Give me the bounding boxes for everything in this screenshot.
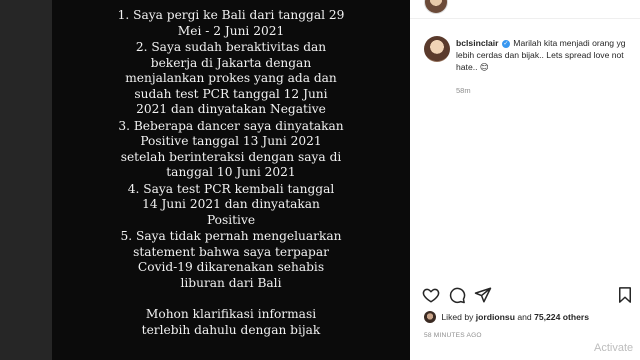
bookmark-icon (619, 287, 631, 303)
post-text-line: 14 Juni 2021 dan dinyatakan (142, 197, 320, 211)
post-list-item: 1. Saya pergi ke Bali dari tanggal 29 Mei… (62, 8, 400, 39)
share-button[interactable] (474, 286, 492, 304)
likes-count[interactable]: 75,224 others (534, 312, 589, 322)
post-text-line: Covid-19 dikarenakan sehabis (137, 260, 325, 274)
post-text-line: sudah test PCR tanggal 12 Juni (134, 86, 328, 101)
post-text-line: setelah berinteraksi dengan saya di (120, 149, 342, 164)
smile-emoji-icon: 😊 (479, 62, 489, 72)
post-text-line: 5. Saya tidak pernah mengeluarkan (120, 229, 342, 243)
post-time[interactable]: 58 MINUTES AGO (424, 332, 482, 339)
liked-by-label: Liked by (441, 312, 474, 322)
heart-icon (422, 288, 440, 303)
save-button[interactable] (616, 286, 634, 304)
post-text-line: tanggal 10 Juni 2021 (166, 165, 296, 179)
post-text-line: Mei - 2 Juni 2021 (177, 23, 285, 38)
backdrop-left (0, 0, 52, 360)
post-text-line: 4. Saya test PCR kembali tanggal (127, 181, 335, 196)
comment-timestamp[interactable]: 58m (456, 86, 471, 95)
post-text: 1. Saya pergi ke Bali dari tanggal 29 Mei… (52, 0, 410, 338)
post-list-item: 3. Beberapa dancer saya dinyatakan Positi… (62, 119, 400, 181)
post-list-item: 2. Saya sudah beraktivitas dan bekerja di… (62, 40, 400, 118)
post-text-line: 2021 dan dinyatakan Negative (136, 102, 326, 116)
action-bar (422, 286, 634, 304)
post-header (410, 0, 640, 19)
post-closing-line: Mohon klarifikasi informasi (145, 307, 317, 321)
likes-summary: Liked by jordionsu and 75,224 others (424, 311, 639, 323)
post-closing-line: terlebih dahulu dengan bijak (141, 322, 321, 337)
liker-username[interactable]: jordionsu (476, 312, 515, 322)
post-image[interactable]: 1. Saya pergi ke Bali dari tanggal 29 Mei… (52, 0, 410, 360)
post-text-line: Positive (206, 212, 256, 227)
post-text-line: statement bahwa saya terpapar (133, 244, 329, 259)
verified-badge-icon: ✓ (501, 40, 510, 48)
post-text-line: menjalankan prokes yang ada dan (125, 71, 337, 85)
post-text-line: liburan dari Bali (180, 275, 282, 290)
comment-body: bclsinclair ✓ Marilah kita menjadi orang… (456, 37, 632, 73)
post-side-panel: bclsinclair ✓ Marilah kita menjadi orang… (410, 0, 640, 360)
comment-button[interactable] (448, 286, 466, 304)
post-text-line: 1. Saya pergi ke Bali dari tanggal 29 (117, 8, 345, 22)
comment-icon (449, 287, 466, 304)
liker-avatar[interactable] (424, 311, 436, 323)
commenter-avatar[interactable] (424, 36, 450, 62)
post-text-line: 3. Beberapa dancer saya dinyatakan (118, 118, 344, 133)
author-avatar[interactable] (424, 0, 448, 14)
post-text-line: Positive tanggal 13 Juni 2021 (140, 134, 322, 148)
like-button[interactable] (422, 286, 440, 304)
likes-and-label: and (517, 312, 532, 322)
commenter-username[interactable]: bclsinclair (456, 38, 499, 48)
activate-watermark: Activate (594, 342, 634, 354)
post-list-item: 5. Saya tidak pernah mengeluarkan stateme… (62, 229, 400, 291)
post-text-line: bekerja di Jakarta dengan (150, 55, 312, 70)
post-list-item: 4. Saya test PCR kembali tanggal 14 Juni … (62, 182, 400, 229)
post-text-line: 2. Saya sudah beraktivitas dan (135, 40, 327, 54)
share-icon (474, 287, 492, 303)
